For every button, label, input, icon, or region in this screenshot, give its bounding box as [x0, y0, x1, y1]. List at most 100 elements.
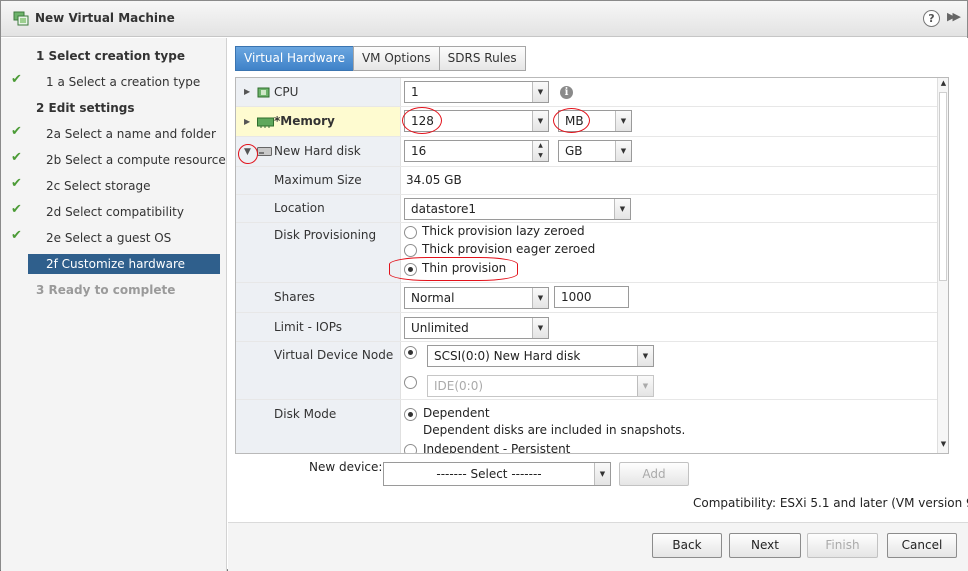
cancel-button[interactable]: Cancel — [887, 533, 957, 558]
max-size-label: Maximum Size — [274, 173, 362, 187]
step-heading-disabled: 3 Ready to complete — [36, 283, 176, 297]
shares-select[interactable]: Normal ▼ — [404, 287, 549, 309]
annotation-circle — [389, 257, 518, 281]
next-button[interactable]: Next — [729, 533, 801, 558]
chevron-down-icon: ▼ — [615, 141, 631, 161]
disk-size-stepper[interactable]: 16 ▲ ▼ — [404, 140, 549, 162]
step-item-selected[interactable]: 2f Customize hardware — [28, 254, 220, 274]
shares-row: Shares Normal ▼ 1000 — [236, 283, 937, 313]
new-vm-wizard-window: New Virtual Machine ? ▶▶ 1 Select creati… — [0, 0, 968, 571]
device-node-row: Virtual Device Node SCSI(0:0) New Hard d… — [236, 342, 937, 400]
cpu-count-select[interactable]: 1 ▼ — [404, 81, 549, 103]
scsi-node-radio[interactable] — [404, 346, 417, 359]
thick-eager-radio[interactable] — [404, 244, 417, 257]
disk-provisioning-row: Disk Provisioning Thick provision lazy z… — [236, 223, 937, 283]
check-icon: ✔ — [11, 150, 22, 165]
chevron-down-icon: ▼ — [637, 346, 653, 366]
scsi-node-select[interactable]: SCSI(0:0) New Hard disk ▼ — [427, 345, 654, 367]
scroll-down-icon[interactable]: ▼ — [938, 440, 948, 452]
shares-amount-input[interactable]: 1000 — [554, 286, 629, 308]
disk-mode-label: Disk Mode — [274, 407, 337, 421]
dependent-label: Dependent — [423, 406, 490, 420]
scroll-thumb[interactable] — [939, 92, 947, 281]
add-device-button[interactable]: Add — [619, 462, 689, 486]
check-icon: ✔ — [11, 72, 22, 87]
location-label: Location — [274, 201, 325, 215]
chevron-down-icon: ▼ — [637, 376, 653, 396]
hard-disk-icon — [257, 147, 272, 156]
expand-arrow-icon[interactable]: ▶ — [244, 117, 250, 126]
title-bar: New Virtual Machine ? ▶▶ — [1, 1, 967, 37]
chevron-down-icon: ▼ — [594, 463, 610, 485]
chevron-down-icon: ▼ — [532, 288, 548, 308]
finish-button[interactable]: Finish — [807, 533, 878, 558]
independent-radio[interactable] — [404, 444, 417, 453]
tab-bar: Virtual Hardware VM Options SDRS Rules — [235, 46, 526, 71]
step-item[interactable]: 2e Select a guest OS — [46, 228, 171, 248]
thick-lazy-label: Thick provision lazy zeroed — [422, 224, 585, 238]
chevron-down-icon: ▼ — [532, 111, 548, 131]
chevron-down-icon: ▼ — [615, 111, 631, 131]
cpu-label: CPU — [274, 85, 299, 99]
check-icon: ✔ — [11, 202, 22, 217]
location-row: Location datastore1 ▼ — [236, 195, 937, 223]
cpu-row: ▶ CPU 1 ▼ i — [236, 78, 937, 107]
annotation-circle — [553, 108, 590, 133]
disk-mode-row: Disk Mode Dependent Dependent disks are … — [236, 400, 937, 454]
dependent-radio[interactable] — [404, 408, 417, 421]
limit-iops-select[interactable]: Unlimited ▼ — [404, 317, 549, 339]
tab-vm-options[interactable]: VM Options — [352, 46, 440, 71]
hardware-panel: ▶ CPU 1 ▼ i ▶ *Memory 128 ▼ MB ▼ ▼ New Hard — [235, 77, 949, 454]
memory-label: *Memory — [274, 114, 335, 128]
limit-iops-row: Limit - IOPs Unlimited ▼ — [236, 313, 937, 342]
annotation-circle — [402, 107, 442, 134]
max-size-value: 34.05 GB — [406, 173, 462, 187]
thick-lazy-radio[interactable] — [404, 226, 417, 239]
chevron-down-icon: ▼ — [614, 199, 630, 219]
shares-label: Shares — [274, 290, 315, 304]
wizard-steps: 1 Select creation type ✔ 1 a Select a cr… — [1, 38, 227, 571]
ide-node-radio[interactable] — [404, 376, 417, 389]
check-icon: ✔ — [11, 124, 22, 139]
location-select[interactable]: datastore1 ▼ — [404, 198, 631, 220]
device-node-label: Virtual Device Node — [274, 348, 394, 362]
step-item[interactable]: 1 a Select a creation type — [46, 72, 200, 92]
wizard-footer: Back Next Finish Cancel — [228, 522, 968, 571]
step-heading: 1 Select creation type — [36, 49, 185, 63]
back-button[interactable]: Back — [652, 533, 722, 558]
compatibility-text: Compatibility: ESXi 5.1 and later (VM ve… — [693, 496, 968, 510]
ide-node-select[interactable]: IDE(0:0) ▼ — [427, 375, 654, 397]
check-icon: ✔ — [11, 176, 22, 191]
window-title: New Virtual Machine — [35, 11, 175, 25]
dependent-description: Dependent disks are included in snapshot… — [423, 423, 686, 437]
limit-iops-label: Limit - IOPs — [274, 320, 342, 334]
hard-disk-label: New Hard disk — [274, 144, 361, 158]
scroll-up-icon[interactable]: ▲ — [938, 79, 948, 91]
new-device-label: New device: — [309, 460, 383, 474]
expand-arrow-icon[interactable]: ▶ — [244, 87, 250, 96]
vertical-scrollbar[interactable]: ▲ ▼ — [937, 78, 948, 453]
step-item[interactable]: 2a Select a name and folder — [46, 124, 216, 144]
expand-icon[interactable]: ▶▶ — [947, 10, 961, 23]
disk-unit-select[interactable]: GB ▼ — [558, 140, 632, 162]
new-device-select[interactable]: ------- Select ------- ▼ — [383, 462, 611, 486]
vm-icon — [13, 11, 29, 26]
step-item[interactable]: 2b Select a compute resource — [46, 150, 226, 170]
tab-sdrs-rules[interactable]: SDRS Rules — [438, 46, 526, 71]
disk-provisioning-label: Disk Provisioning — [274, 228, 377, 242]
memory-icon — [257, 117, 274, 128]
step-item[interactable]: 2d Select compatibility — [46, 202, 184, 222]
stepper-arrows-icon[interactable]: ▲ ▼ — [532, 141, 548, 161]
help-icon[interactable]: ? — [923, 10, 940, 27]
step-item[interactable]: 2c Select storage — [46, 176, 150, 196]
thick-eager-label: Thick provision eager zeroed — [422, 242, 596, 256]
info-icon[interactable]: i — [560, 86, 573, 99]
tab-virtual-hardware[interactable]: Virtual Hardware — [235, 46, 354, 71]
step-heading: 2 Edit settings — [36, 101, 135, 115]
cpu-icon — [257, 87, 270, 98]
max-size-row: Maximum Size 34.05 GB — [236, 167, 937, 195]
chevron-down-icon: ▼ — [532, 82, 548, 102]
hard-disk-row: ▼ New Hard disk 16 ▲ ▼ GB ▼ — [236, 137, 937, 167]
check-icon: ✔ — [11, 228, 22, 243]
independent-label: Independent - Persistent — [423, 442, 571, 454]
